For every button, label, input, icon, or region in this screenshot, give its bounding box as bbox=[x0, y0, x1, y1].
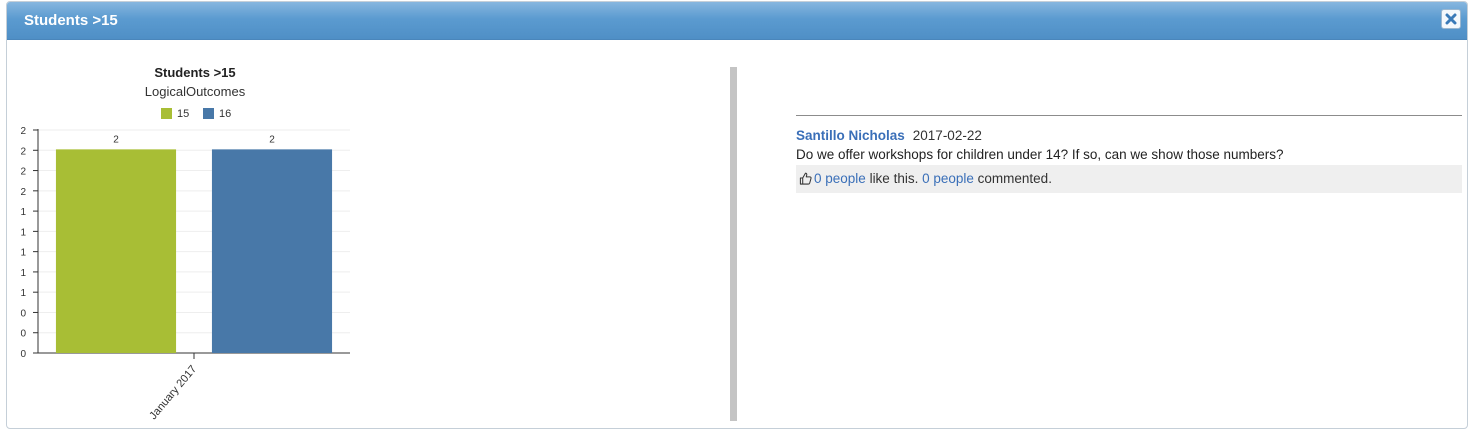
y-tick-label: 1 bbox=[20, 288, 26, 299]
comment-actions: 0 people like this. 0 people commented. bbox=[796, 165, 1462, 193]
y-tick-label: 0 bbox=[20, 308, 26, 319]
legend-swatch bbox=[203, 108, 214, 119]
y-tick-label: 1 bbox=[20, 248, 26, 259]
y-tick-label: 0 bbox=[20, 329, 26, 340]
comment-date: 2017-02-22 bbox=[912, 128, 982, 143]
y-tick-label: 2 bbox=[20, 167, 26, 178]
comment-divider bbox=[796, 115, 1462, 116]
legend-swatch bbox=[161, 108, 172, 119]
y-tick-label: 2 bbox=[20, 126, 26, 137]
bar-15 bbox=[55, 149, 177, 353]
close-button[interactable] bbox=[1441, 9, 1461, 29]
y-tick-label: 2 bbox=[20, 146, 26, 157]
comment-header: Santillo Nicholas 2017-02-22 bbox=[796, 128, 1462, 143]
data-label: 2 bbox=[113, 134, 119, 145]
dialog: Students >15 Students >15 LogicalOutcomes… bbox=[6, 1, 1468, 429]
y-tick-label: 1 bbox=[20, 268, 26, 279]
legend-label: 16 bbox=[219, 108, 231, 120]
y-tick-label: 2 bbox=[20, 187, 26, 198]
likes-link[interactable]: 0 people bbox=[814, 171, 866, 186]
thumbs-up-icon[interactable] bbox=[799, 167, 812, 195]
comment-text: Do we offer workshops for children under… bbox=[796, 147, 1284, 162]
comment-author[interactable]: Santillo Nicholas bbox=[796, 128, 905, 143]
close-x-icon bbox=[1445, 13, 1457, 25]
comment-panel: Santillo Nicholas 2017-02-22 Do we offer … bbox=[796, 115, 1462, 193]
y-tick-label: 1 bbox=[20, 227, 26, 238]
data-label: 2 bbox=[269, 134, 275, 145]
y-tick-label: 0 bbox=[20, 349, 26, 360]
bar-16 bbox=[211, 149, 333, 353]
chart-container: Students >15 LogicalOutcomes 15 16 0 0 0 1 1 1 1 1 2… bbox=[7, 2, 727, 428]
chart-subtitle: LogicalOutcomes bbox=[145, 84, 246, 99]
bar-chart: Students >15 LogicalOutcomes 15 16 0 0 0 1 1 1 1 1 2… bbox=[20, 65, 350, 422]
x-tick-label: January 2017 bbox=[147, 363, 199, 422]
chart-title: Students >15 bbox=[154, 65, 235, 80]
legend-label: 15 bbox=[177, 108, 189, 120]
likes-suffix: like this. bbox=[865, 171, 923, 186]
y-tick-label: 1 bbox=[20, 207, 26, 218]
comments-suffix: commented. bbox=[973, 171, 1052, 186]
comments-link[interactable]: 0 people bbox=[922, 171, 974, 186]
panel-splitter[interactable] bbox=[730, 67, 737, 421]
